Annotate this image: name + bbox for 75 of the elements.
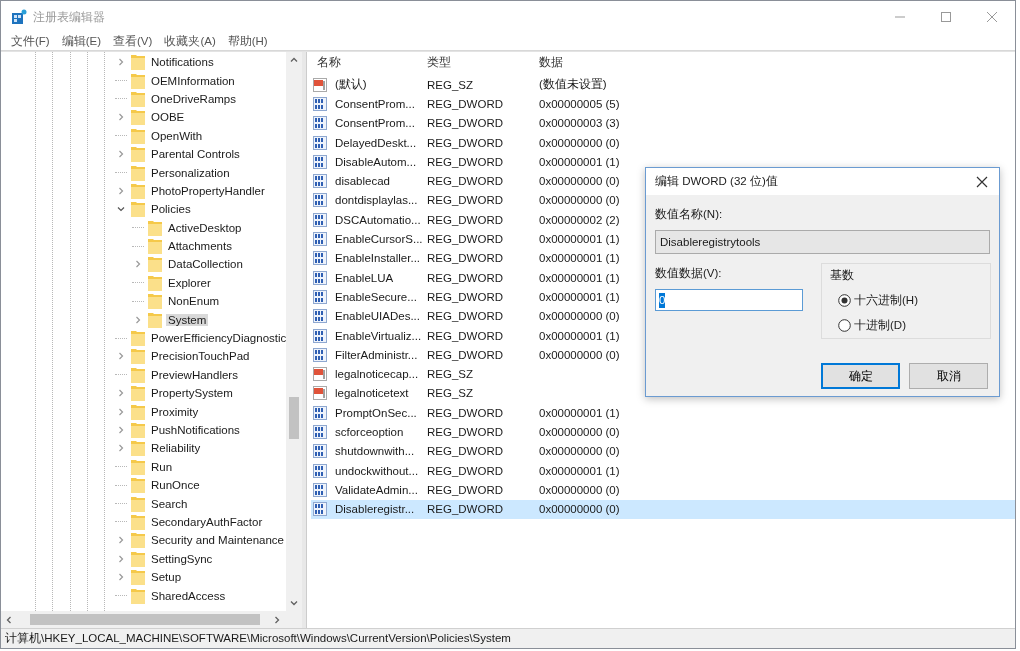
value-type: REG_DWORD: [426, 329, 504, 342]
value-name: shutdownwith...: [334, 445, 415, 458]
value-data: 0x00000005 (5): [538, 97, 620, 110]
value-name: DelayedDeskt...: [334, 136, 417, 149]
value-data: 0x00000002 (2): [538, 213, 620, 226]
radio-label: 十六进制(H): [854, 293, 918, 308]
value-type: REG_DWORD: [426, 483, 504, 496]
window-title: 注册表编辑器: [33, 8, 105, 26]
value-name: Disableregistr...: [334, 503, 415, 516]
value-type: REG_DWORD: [426, 426, 504, 438]
value-data: 0x00000000 (0): [538, 445, 620, 458]
dialog-title: 编辑 DWORD (32 位)值: [655, 174, 778, 189]
value-data: 0x00000003 (3): [538, 117, 620, 130]
value-type: REG_DWORD: [426, 97, 504, 110]
value-data: 0x00000001 (1): [538, 233, 620, 245]
value-data: 0x00000000 (0): [538, 136, 620, 149]
value-name: EnableLUA: [334, 271, 394, 284]
value-data: 0x00000001 (1): [538, 155, 620, 168]
value-name: FilterAdministr...: [334, 348, 418, 361]
status-path: 计算机\HKEY_LOCAL_MACHINE\SOFTWARE\Microsoft\Windows\CurrentVersion\Policies\System: [1, 628, 1015, 648]
value-data: 0x00000000 (0): [538, 194, 620, 207]
value-name: disablecad: [334, 175, 390, 188]
value-name: dontdisplaylas...: [334, 194, 418, 207]
value-type: REG_DWORD: [426, 194, 504, 207]
value-type: REG_DWORD: [426, 290, 504, 303]
value-type: REG_DWORD: [426, 213, 504, 226]
value-data: 0x00000000 (0): [538, 503, 620, 516]
value-name: EnableUIADes...: [334, 310, 420, 323]
value-type: REG_DWORD: [426, 445, 504, 458]
value-data: 0x00000001 (1): [538, 271, 620, 284]
value-name: EnableInstaller...: [334, 252, 421, 265]
value-name: legalnoticetext: [334, 387, 409, 400]
value-type: REG_DWORD: [426, 503, 504, 516]
value-name: ConsentProm...: [334, 117, 415, 130]
value-type: REG_DWORD: [426, 252, 504, 265]
value-type: REG_DWORD: [426, 310, 504, 323]
value-data: 0x00000001 (1): [538, 406, 620, 419]
value-name: (默认): [334, 77, 367, 93]
value-type: REG_DWORD: [426, 464, 504, 477]
value-data: 0x00000000 (0): [538, 426, 620, 438]
field-label: 数值数据(V):: [655, 266, 723, 281]
value-type: REG_DWORD: [426, 348, 504, 361]
value-data: 0x00000000 (0): [538, 175, 620, 188]
value-type: REG_DWORD: [426, 406, 504, 419]
value-data: 0x00000001 (1): [538, 252, 620, 265]
value-name: ConsentProm...: [334, 97, 415, 110]
value-name: DSCAutomatio...: [334, 213, 421, 226]
value-type: REG_DWORD: [426, 117, 504, 130]
group-label: 基数: [830, 269, 854, 281]
value-name: EnableSecure...: [334, 290, 417, 303]
value-type: REG_DWORD: [426, 155, 504, 168]
field-label: 数值名称(N):: [655, 207, 724, 222]
value-name: ValidateAdmin...: [334, 483, 418, 496]
value-name: undockwithout...: [334, 464, 419, 477]
value-type: REG_SZ: [426, 78, 473, 91]
value-name: legalnoticecap...: [334, 368, 419, 381]
value-type: REG_SZ: [426, 387, 473, 400]
value-name: PromptOnSec...: [334, 406, 417, 419]
value-data: 0x00000000 (0): [538, 348, 620, 361]
value-name: EnableCursorS...: [334, 233, 423, 245]
value-type: REG_DWORD: [426, 233, 504, 245]
value-data: 0x00000001 (1): [538, 464, 620, 477]
value-name: scforceoption: [334, 426, 404, 438]
value-data: 0x00000000 (0): [538, 483, 620, 496]
value-type: REG_DWORD: [426, 271, 504, 284]
value-type: REG_DWORD: [426, 136, 504, 149]
radio-label: 十进制(D): [854, 318, 906, 333]
value-name: DisableAutom...: [334, 155, 417, 168]
value-data: (数值未设置): [538, 77, 607, 93]
value-type: REG_DWORD: [426, 175, 504, 188]
value-data: 0x00000000 (0): [538, 310, 620, 323]
value-name: EnableVirtualiz...: [334, 329, 422, 342]
value-data: 0x00000001 (1): [538, 329, 620, 342]
value-data: 0x00000001 (1): [538, 290, 620, 303]
value-type: REG_SZ: [426, 368, 473, 381]
